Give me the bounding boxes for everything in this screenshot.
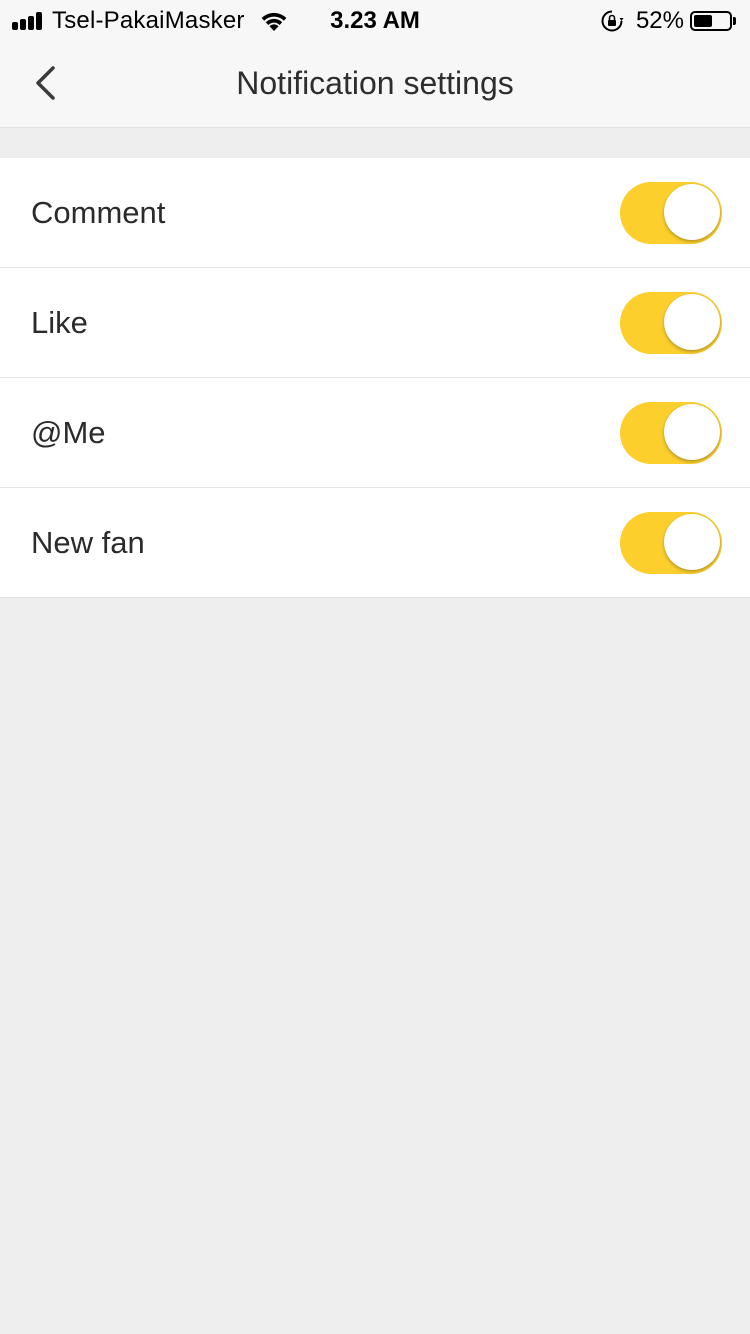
battery-percent: 52% <box>635 7 684 34</box>
setting-label-like: Like <box>31 305 88 340</box>
battery-level <box>694 15 712 27</box>
setting-label-new-fan: New fan <box>31 525 145 560</box>
page-title: Notification settings <box>236 65 514 101</box>
battery-icon <box>690 11 732 31</box>
setting-row-new-fan: New fan <box>0 488 750 597</box>
toggle-knob <box>664 294 720 350</box>
toggle-knob <box>664 404 720 460</box>
setting-row-like: Like <box>0 268 750 378</box>
back-button[interactable] <box>20 58 70 108</box>
setting-label-mention: @Me <box>31 415 106 450</box>
status-right: 52% <box>600 7 736 34</box>
setting-row-comment: Comment <box>0 158 750 268</box>
comment-toggle[interactable] <box>620 182 722 244</box>
status-bar: Tsel-PakaiMasker 3.23 AM 52% <box>0 0 750 40</box>
new-fan-toggle[interactable] <box>620 512 722 574</box>
setting-label-comment: Comment <box>31 195 166 230</box>
battery-cap <box>733 17 736 25</box>
setting-row-mention: @Me <box>0 378 750 488</box>
nav-bar: Notification settings <box>0 40 750 128</box>
mention-toggle[interactable] <box>620 402 722 464</box>
chevron-left-icon <box>36 66 55 100</box>
notification-settings-list: Comment Like @Me New fan <box>0 158 750 598</box>
like-toggle[interactable] <box>620 292 722 354</box>
toggle-knob <box>664 184 720 240</box>
rotation-lock-icon <box>601 10 624 32</box>
toggle-knob <box>664 514 720 570</box>
